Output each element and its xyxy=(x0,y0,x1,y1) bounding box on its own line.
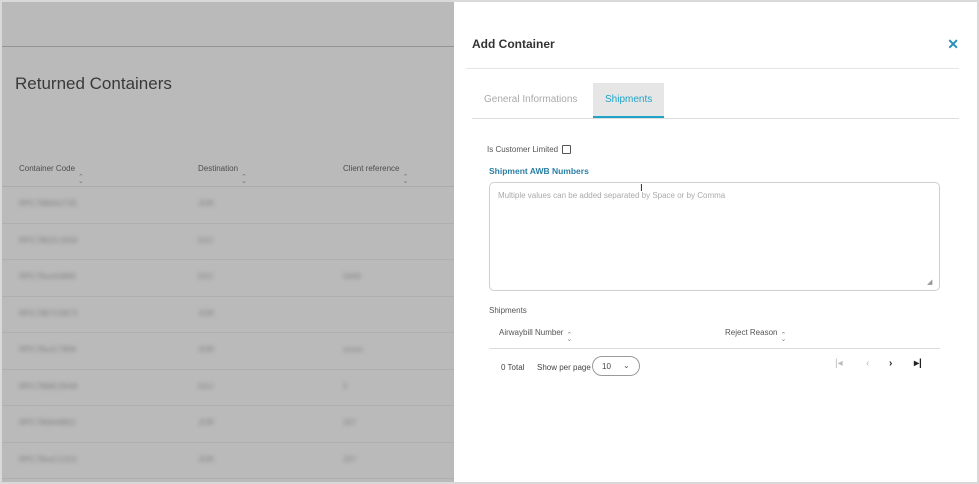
first-page-icon[interactable]: |◂ xyxy=(835,358,843,369)
modal-overlay[interactable] xyxy=(0,0,454,484)
shipments-table-header: Airwaybill Number ⌃ ⌄ Reject Reason ⌃ ⌄ xyxy=(489,322,940,349)
sort-icon: ⌃ ⌄ xyxy=(566,332,573,343)
column-header-airwaybill-number[interactable]: Airwaybill Number ⌃ ⌄ xyxy=(499,328,572,343)
tab-shipments[interactable]: Shipments xyxy=(593,83,665,118)
prev-page-icon[interactable]: ‹ xyxy=(866,358,869,369)
show-per-page-label: Show per page xyxy=(537,363,591,372)
shipments-label: Shipments xyxy=(489,306,527,315)
pagination: 0 Total Show per page 10 ⌄ |◂ ‹ › ▸| xyxy=(489,354,940,378)
last-page-icon[interactable]: ▸| xyxy=(914,358,922,369)
awb-numbers-label: Shipment AWB Numbers xyxy=(489,166,589,176)
divider xyxy=(466,68,959,69)
total-count: 0 Total xyxy=(501,363,525,372)
resize-handle-icon[interactable]: ◢ xyxy=(927,278,932,286)
tab-general-informations[interactable]: General Informations xyxy=(472,83,589,118)
column-header-reject-reason[interactable]: Reject Reason ⌃ ⌄ xyxy=(725,328,786,343)
per-page-value: 10 xyxy=(602,362,611,371)
next-page-icon[interactable]: › xyxy=(889,358,892,369)
per-page-select[interactable]: 10 ⌄ xyxy=(592,356,640,376)
close-icon[interactable]: ✕ xyxy=(947,36,959,53)
awb-numbers-textarea[interactable] xyxy=(489,182,940,291)
chevron-down-icon: ⌄ xyxy=(623,361,630,370)
is-customer-limited-checkbox[interactable] xyxy=(562,145,572,154)
is-customer-limited-label: Is Customer Limited xyxy=(487,145,559,154)
text-cursor-icon: I xyxy=(640,183,643,194)
sort-icon: ⌃ ⌄ xyxy=(780,332,787,343)
drawer-title: Add Container xyxy=(472,37,555,51)
background-page: Returned Containers Container Code ⌃ ⌄ Des… xyxy=(0,0,454,484)
tab-bar: General Informations Shipments xyxy=(472,83,959,119)
add-container-drawer: Add Container ✕ General Informations Shi… xyxy=(454,0,979,484)
is-customer-limited: Is Customer Limited xyxy=(487,145,572,154)
